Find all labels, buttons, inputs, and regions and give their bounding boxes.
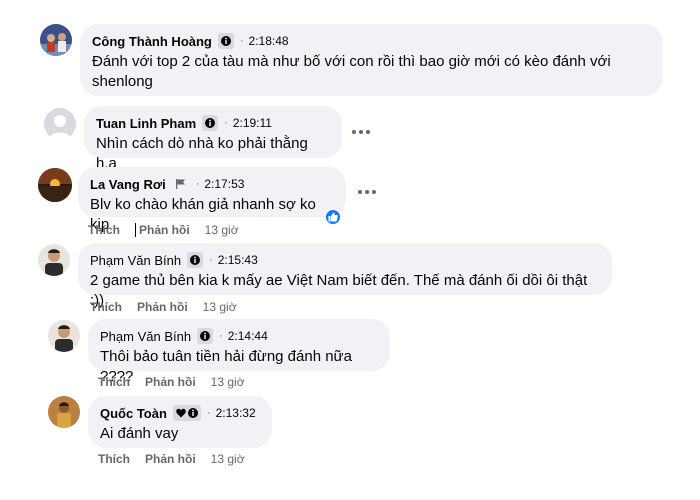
- comment-time[interactable]: 2:15:43: [218, 253, 258, 267]
- comment-age[interactable]: 13 giờ: [203, 300, 237, 314]
- avatar[interactable]: [48, 320, 80, 352]
- avatar[interactable]: [44, 108, 76, 140]
- comment-author[interactable]: Công Thành Hoàng: [92, 34, 212, 49]
- comment-actions: Thích Phản hồi 13 giờ: [90, 299, 237, 315]
- info-icon[interactable]: [197, 328, 214, 344]
- separator-dot: ·: [209, 254, 213, 266]
- avatar-photo-icon: [48, 396, 80, 428]
- comment-bubble: Công Thành Hoàng · 2:18:48 Đánh với top …: [80, 24, 663, 96]
- flag-icon[interactable]: [172, 176, 190, 192]
- avatar[interactable]: [40, 24, 72, 56]
- comment-actions: Thích Phản hồi 13 giờ: [98, 374, 245, 390]
- avatar[interactable]: [48, 396, 80, 428]
- comment-age[interactable]: 13 giờ: [205, 223, 239, 237]
- sunset-avatar-icon: [38, 168, 72, 202]
- comment-bubble: Phạm Văn Bính · 2:14:44 Thôi bảo tuân ti…: [88, 319, 390, 385]
- like-reaction-icon[interactable]: [324, 208, 342, 226]
- comment-thread: Công Thành Hoàng · 2:18:48 Đánh với top …: [0, 0, 700, 500]
- avatar-photo-icon: [40, 24, 72, 56]
- comment-actions: Thích Phản hồi 13 giờ: [98, 451, 245, 467]
- comment-author[interactable]: Quốc Toàn: [100, 406, 167, 421]
- separator-dot: ·: [195, 178, 200, 190]
- separator-dot: ·: [219, 330, 223, 342]
- comment-bubble: Quốc Toàn · 2:13:32 Ai đánh vay: [88, 396, 272, 448]
- reply-link[interactable]: Phản hồi: [139, 223, 190, 237]
- like-link[interactable]: Thích: [88, 223, 120, 237]
- comment-author[interactable]: La Vang Rơi: [90, 177, 166, 192]
- comment-bubble: Phạm Văn Bính · 2:15:43 2 game thủ bên k…: [78, 243, 612, 309]
- comment-text: Ai đánh vay: [100, 425, 179, 442]
- avatar-photo-icon: [38, 244, 70, 276]
- comment-time[interactable]: 2:17:53: [204, 177, 244, 191]
- reply-link[interactable]: Phản hồi: [137, 300, 188, 314]
- default-avatar-icon: [44, 108, 76, 140]
- comment-age[interactable]: 13 giờ: [211, 452, 245, 466]
- comment-author[interactable]: Phạm Văn Bính: [100, 329, 191, 344]
- comment-time[interactable]: 2:13:32: [216, 406, 256, 420]
- comment-time[interactable]: 2:14:44: [228, 329, 268, 343]
- comment-actions: Thích Phản hồi 13 giờ: [88, 222, 239, 238]
- like-link[interactable]: Thích: [98, 452, 130, 466]
- comment-time[interactable]: 2:18:48: [249, 34, 289, 48]
- comment-text: Đánh với top 2 của tàu mà như bố với con…: [92, 53, 611, 90]
- comment-author[interactable]: Tuan Linh Pham: [96, 116, 196, 131]
- more-options-icon[interactable]: [358, 190, 376, 194]
- like-link[interactable]: Thích: [98, 375, 130, 389]
- separator-dot: ·: [206, 407, 211, 419]
- info-icon[interactable]: [187, 252, 204, 268]
- heart-info-icon[interactable]: [172, 405, 201, 421]
- info-icon[interactable]: [202, 115, 219, 131]
- reply-link[interactable]: Phản hồi: [145, 375, 196, 389]
- avatar[interactable]: [38, 244, 70, 276]
- info-icon[interactable]: [217, 33, 234, 49]
- avatar-photo-icon: [48, 320, 80, 352]
- comment-bubble: La Vang Rơi · 2:17:53 Blv ko chào khán g…: [78, 167, 346, 233]
- reply-link[interactable]: Phản hồi: [145, 452, 196, 466]
- separator-dot: ·: [224, 117, 228, 129]
- comment-age[interactable]: 13 giờ: [211, 375, 245, 389]
- comment-bubble: Tuan Linh Pham · 2:19:11 Nhìn cách dò nh…: [84, 106, 342, 172]
- separator-dot: ·: [239, 35, 244, 47]
- avatar[interactable]: [38, 168, 72, 202]
- text-cursor: [135, 223, 136, 237]
- more-options-icon[interactable]: [352, 130, 370, 134]
- comment-author[interactable]: Phạm Văn Bính: [90, 253, 181, 268]
- comment-time[interactable]: 2:19:11: [233, 116, 272, 130]
- like-link[interactable]: Thích: [90, 300, 122, 314]
